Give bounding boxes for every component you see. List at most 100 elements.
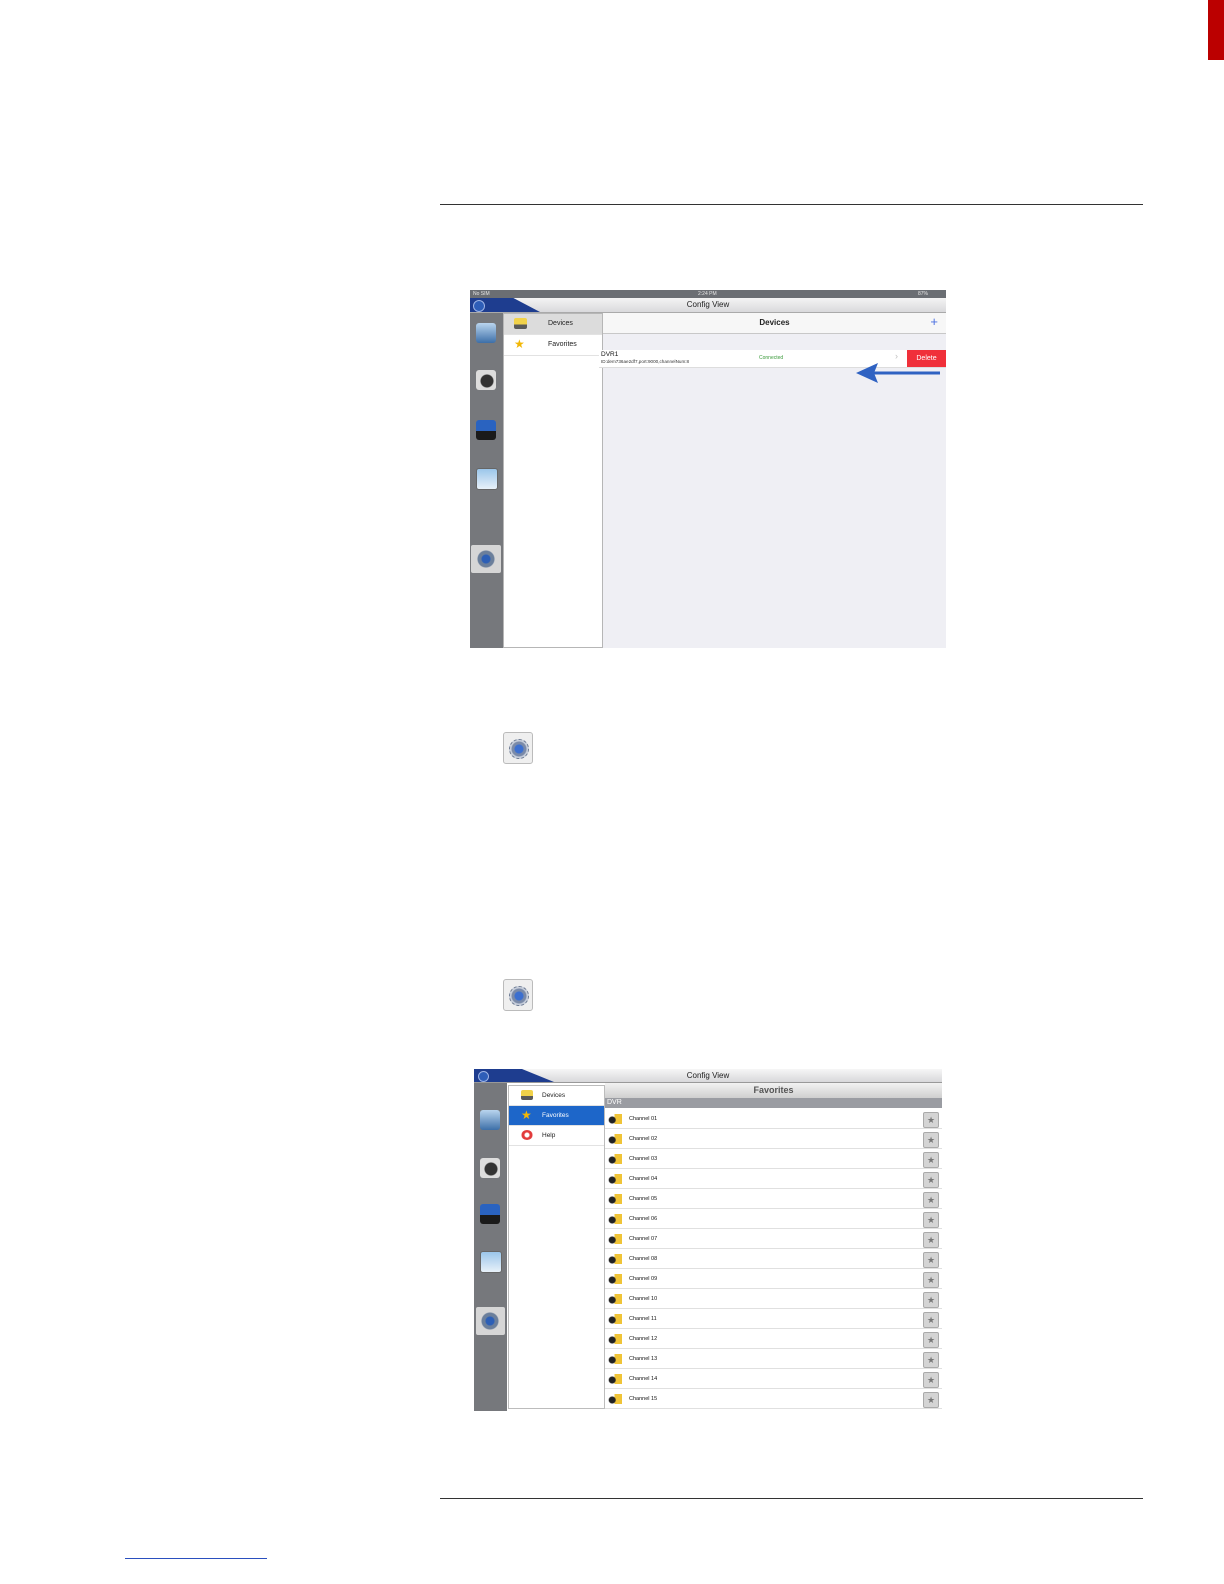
channel-label: Channel 07 <box>629 1236 658 1242</box>
channel-label: Channel 14 <box>629 1376 658 1382</box>
favorite-star-icon[interactable]: ★ <box>923 1112 939 1128</box>
channel-label: Channel 01 <box>629 1116 658 1122</box>
devices-icon <box>521 1090 533 1100</box>
connection-status: Connected <box>759 355 784 361</box>
playback-icon[interactable] <box>476 370 496 390</box>
favorite-star-icon[interactable]: ★ <box>923 1372 939 1388</box>
tool-rail <box>470 313 503 648</box>
devices-panel: Devices + DVR1 ID:dem736ae2df7,port:9000… <box>599 313 946 648</box>
channel-row[interactable]: Channel 15 ★ <box>605 1389 942 1409</box>
channel-row[interactable]: Channel 14 ★ <box>605 1369 942 1389</box>
sidebar-item-help[interactable]: Help <box>509 1126 604 1146</box>
sidebar-item-label: Favorites <box>548 341 577 348</box>
config-gear-icon[interactable] <box>480 1311 500 1331</box>
devices-screenshot: No SIM 2:24 PM 87% Config View Devices ★… <box>470 290 946 648</box>
favorite-star-icon[interactable]: ★ <box>923 1272 939 1288</box>
favorite-star-icon[interactable]: ★ <box>923 1392 939 1408</box>
channel-row[interactable]: Channel 08 ★ <box>605 1249 942 1269</box>
favorite-star-icon[interactable]: ★ <box>923 1232 939 1248</box>
config-gear-icon <box>503 979 533 1011</box>
camera-icon <box>608 1174 622 1184</box>
favorites-screenshot: Config View Devices ★ Favorites Help Fav… <box>474 1069 942 1411</box>
section-header: DVR <box>605 1098 942 1108</box>
camera-icon <box>608 1254 622 1264</box>
playback-icon[interactable] <box>480 1158 500 1178</box>
video-clips-icon[interactable] <box>476 420 496 440</box>
sidebar-item-favorites[interactable]: ★ Favorites <box>509 1106 604 1126</box>
channel-label: Channel 12 <box>629 1336 658 1342</box>
live-view-icon[interactable] <box>480 1110 500 1130</box>
channel-label: Channel 02 <box>629 1136 658 1142</box>
favorite-star-icon[interactable]: ★ <box>923 1132 939 1148</box>
snapshots-icon[interactable] <box>476 468 498 490</box>
channel-label: Channel 09 <box>629 1276 658 1282</box>
camera-icon <box>608 1394 622 1404</box>
channel-label: Channel 05 <box>629 1196 658 1202</box>
devices-navbar: Devices + <box>603 313 946 334</box>
live-view-icon[interactable] <box>476 323 496 343</box>
camera-icon <box>608 1314 622 1324</box>
panel-title: Devices <box>759 318 790 327</box>
camera-icon <box>608 1294 622 1304</box>
device-row[interactable]: DVR1 ID:dem736ae2df7,port:9000,channelNu… <box>599 350 946 368</box>
channel-row[interactable]: Channel 07 ★ <box>605 1229 942 1249</box>
channel-row[interactable]: Channel 03 ★ <box>605 1149 942 1169</box>
window-title: Config View <box>470 298 946 313</box>
sidebar-item-label: Devices <box>542 1092 566 1099</box>
config-gear-icon[interactable] <box>476 549 496 569</box>
channel-row[interactable]: Channel 04 ★ <box>605 1169 942 1189</box>
chevron-right-icon: › <box>895 351 898 361</box>
channel-list: Channel 01 ★ Channel 02 ★ Channel 03 ★ Channel… <box>605 1109 942 1409</box>
lifebuoy-icon <box>521 1130 533 1140</box>
channel-row[interactable]: Channel 10 ★ <box>605 1289 942 1309</box>
favorite-star-icon[interactable]: ★ <box>923 1292 939 1308</box>
channel-row[interactable]: Channel 11 ★ <box>605 1309 942 1329</box>
favorite-star-icon[interactable]: ★ <box>923 1152 939 1168</box>
app-logo-icon[interactable] <box>473 300 485 312</box>
delete-button[interactable]: Delete <box>907 350 946 367</box>
camera-icon <box>608 1194 622 1204</box>
favorite-star-icon[interactable]: ★ <box>923 1352 939 1368</box>
bottom-rule <box>440 1498 1143 1499</box>
favorite-star-icon[interactable]: ★ <box>923 1172 939 1188</box>
add-device-button[interactable]: + <box>930 313 938 331</box>
channel-label: Channel 04 <box>629 1176 658 1182</box>
channel-label: Channel 11 <box>629 1316 657 1322</box>
camera-icon <box>608 1154 622 1164</box>
config-sidebar: Devices ★ Favorites <box>503 313 603 648</box>
top-rule <box>440 204 1143 205</box>
sidebar-item-label: Help <box>542 1132 556 1139</box>
channel-row[interactable]: Channel 12 ★ <box>605 1329 942 1349</box>
camera-icon <box>608 1114 622 1124</box>
device-detail: ID:dem736ae2df7,port:9000,channelNum:8 <box>601 359 690 364</box>
channel-row[interactable]: Channel 05 ★ <box>605 1189 942 1209</box>
channel-row[interactable]: Channel 06 ★ <box>605 1209 942 1229</box>
favorite-star-icon[interactable]: ★ <box>923 1312 939 1328</box>
footer-link-underline <box>125 1558 267 1559</box>
favorite-star-icon[interactable]: ★ <box>923 1332 939 1348</box>
channel-row[interactable]: Channel 01 ★ <box>605 1109 942 1129</box>
sidebar-item-favorites[interactable]: ★ Favorites <box>504 335 602 356</box>
favorite-star-icon[interactable]: ★ <box>923 1212 939 1228</box>
config-sidebar: Devices ★ Favorites Help <box>508 1085 605 1409</box>
sidebar-item-devices[interactable]: Devices <box>504 314 602 335</box>
favorite-star-icon[interactable]: ★ <box>923 1192 939 1208</box>
channel-row[interactable]: Channel 02 ★ <box>605 1129 942 1149</box>
sidebar-item-devices[interactable]: Devices <box>509 1086 604 1106</box>
channel-row[interactable]: Channel 09 ★ <box>605 1269 942 1289</box>
snapshots-icon[interactable] <box>480 1251 502 1273</box>
app-logo-icon[interactable] <box>478 1071 489 1082</box>
channel-row[interactable]: Channel 13 ★ <box>605 1349 942 1369</box>
tool-rail <box>474 1083 507 1411</box>
clock-label: 2:24 PM <box>698 291 717 297</box>
video-clips-icon[interactable] <box>480 1204 500 1224</box>
star-icon: ★ <box>521 1108 532 1122</box>
favorite-star-icon[interactable]: ★ <box>923 1252 939 1268</box>
star-icon: ★ <box>514 337 525 351</box>
config-gear-icon <box>503 732 533 764</box>
channel-label: Channel 06 <box>629 1216 658 1222</box>
channel-label: Channel 15 <box>629 1396 658 1402</box>
camera-icon <box>608 1374 622 1384</box>
sidebar-item-label: Devices <box>548 320 573 327</box>
channel-label: Channel 10 <box>629 1296 658 1302</box>
